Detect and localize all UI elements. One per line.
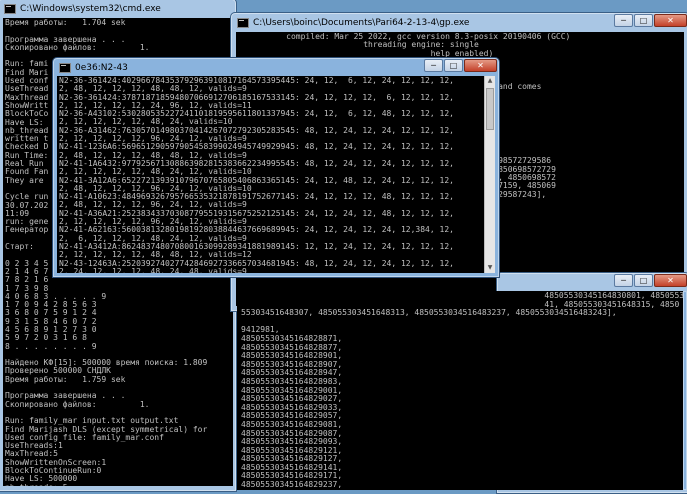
n2-titlebar[interactable]: 0e36:N2-43 ─ □ ✕ <box>53 58 499 77</box>
n2-title: 0e36:N2-43 <box>75 63 128 73</box>
minimize-button[interactable]: ─ <box>614 14 633 27</box>
gp-titlebar[interactable]: C:\Users\boinc\Documents\Pari64-2-13-4\g… <box>231 13 687 32</box>
cmd-title: C:\Windows\system32\cmd.exe <box>20 4 161 14</box>
close-button[interactable]: ✕ <box>654 274 687 287</box>
output-console[interactable]: 48505530345164830801, 48505530 41, 48505… <box>237 291 685 490</box>
console-line: 55303451648307, 485055303451648313, 4850… <box>241 309 683 318</box>
minimize-button[interactable]: ─ <box>614 274 633 287</box>
scroll-down-arrow[interactable]: ▼ <box>485 263 495 273</box>
console-line: Время работы: 1.704 sek <box>5 19 231 27</box>
console-line: Скопировано файлов: 1. <box>5 44 231 52</box>
n2-console[interactable]: N2-36-361424:402966784353792963910817164… <box>57 76 495 273</box>
console-icon <box>237 18 249 28</box>
maximize-button[interactable]: □ <box>444 59 463 72</box>
scroll-up-arrow[interactable]: ▲ <box>485 76 495 86</box>
console-line: 8 . . . . . . . . 9 <box>5 343 231 351</box>
output-window-frame-edge <box>683 291 687 490</box>
maximize-button[interactable]: □ <box>634 14 653 27</box>
console-line: Время работы: 1.759 sek <box>5 376 231 384</box>
gp-title: C:\Users\boinc\Documents\Pari64-2-13-4\g… <box>253 18 469 28</box>
output-titlebar[interactable]: ─ □ ✕ <box>497 273 687 292</box>
maximize-button[interactable]: □ <box>634 274 653 287</box>
console-line: 2, 24, 12, 12, 12, 48, 24, 48, valids=9 <box>59 268 493 273</box>
n2-window[interactable]: 0e36:N2-43 ─ □ ✕ N2-36-361424:4029667843… <box>52 57 500 278</box>
minimize-button[interactable]: ─ <box>424 59 443 72</box>
console-icon <box>59 63 71 73</box>
scrollbar-thumb[interactable] <box>486 88 494 130</box>
close-button[interactable]: ✕ <box>464 59 497 72</box>
close-button[interactable]: ✕ <box>654 14 687 27</box>
console-line <box>241 318 683 327</box>
console-icon <box>4 4 16 14</box>
cmd-titlebar[interactable]: C:\Windows\system32\cmd.exe <box>0 0 236 18</box>
console-line: nb_threads: 5 <box>5 484 231 486</box>
console-line: Скопировано файлов: 1. <box>5 401 231 409</box>
vertical-scrollbar[interactable]: ▲ ▼ <box>484 76 495 273</box>
n2-console-text: N2-36-361424:402966784353792963910817164… <box>57 76 495 273</box>
output-console-text: 48505530345164830801, 48505530 41, 48505… <box>237 291 685 490</box>
